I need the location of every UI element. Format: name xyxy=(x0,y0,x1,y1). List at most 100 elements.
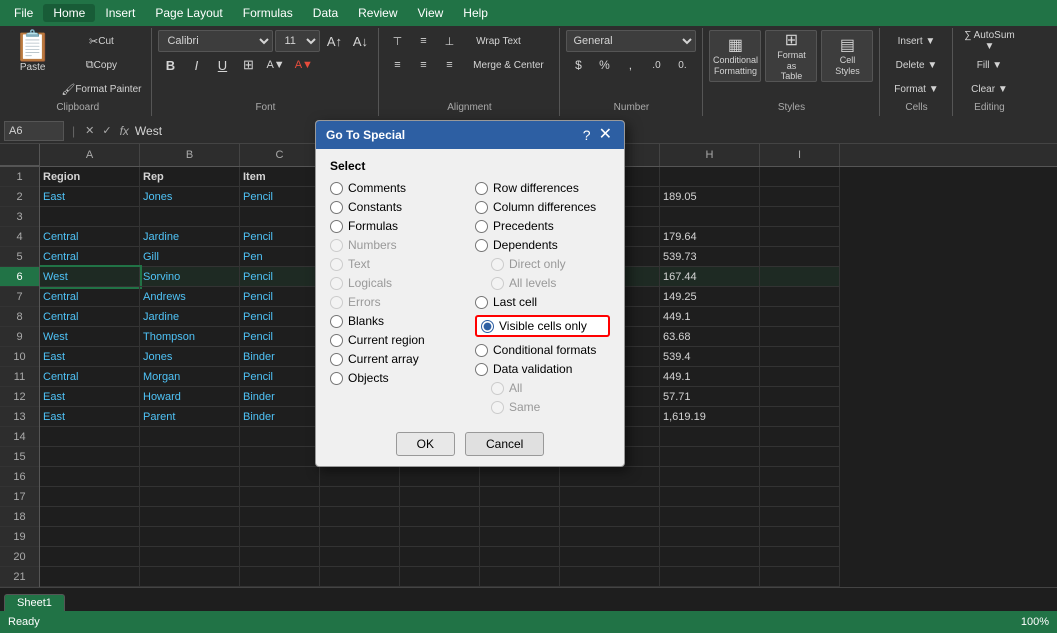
radio-column-differences[interactable]: Column differences xyxy=(475,200,610,214)
cell[interactable] xyxy=(660,447,760,467)
border-button[interactable]: ⊞ xyxy=(236,54,260,76)
align-bottom-button[interactable]: ⊥ xyxy=(437,30,461,52)
radio-row-differences[interactable]: Row differences xyxy=(475,181,610,195)
cell[interactable]: Binder xyxy=(240,387,320,407)
menu-insert[interactable]: Insert xyxy=(95,4,145,22)
cell[interactable] xyxy=(240,547,320,567)
cell[interactable] xyxy=(760,427,840,447)
col-header-a[interactable]: A xyxy=(40,144,140,166)
cell[interactable]: Binder xyxy=(240,347,320,367)
cell[interactable]: Central xyxy=(40,247,140,267)
increase-font-button[interactable]: A↑ xyxy=(322,30,346,52)
cell[interactable]: Central xyxy=(40,307,140,327)
cell[interactable] xyxy=(240,567,320,587)
cell[interactable] xyxy=(760,367,840,387)
cell[interactable]: Item xyxy=(240,167,320,187)
cell[interactable]: Binder xyxy=(240,407,320,427)
cell[interactable] xyxy=(40,507,140,527)
cell[interactable]: Parent xyxy=(140,407,240,427)
cell[interactable] xyxy=(760,167,840,187)
dialog-ok-button[interactable]: OK xyxy=(396,432,455,456)
cell[interactable] xyxy=(760,467,840,487)
radio-current-array[interactable]: Current array xyxy=(330,352,465,366)
row-header-4[interactable]: 4 xyxy=(0,227,39,247)
radio-row-differences-input[interactable] xyxy=(475,182,488,195)
autosum-button[interactable]: ∑ AutoSum ▼ xyxy=(959,30,1019,52)
cell[interactable]: Pencil xyxy=(240,267,320,287)
cell[interactable] xyxy=(240,487,320,507)
cell[interactable] xyxy=(760,227,840,247)
cell[interactable] xyxy=(760,207,840,227)
cell[interactable]: Pencil xyxy=(240,187,320,207)
cell[interactable] xyxy=(240,527,320,547)
cell[interactable] xyxy=(760,187,840,207)
cell[interactable]: East xyxy=(40,187,140,207)
cell[interactable] xyxy=(400,487,480,507)
row-header-8[interactable]: 8 xyxy=(0,307,39,327)
cell-styles-button[interactable]: ▤ CellStyles xyxy=(821,30,873,82)
cell[interactable] xyxy=(240,207,320,227)
row-header-10[interactable]: 10 xyxy=(0,347,39,367)
cell[interactable] xyxy=(140,487,240,507)
menu-help[interactable]: Help xyxy=(453,4,498,22)
radio-precedents-input[interactable] xyxy=(475,220,488,233)
row-header-13[interactable]: 13 xyxy=(0,407,39,427)
align-middle-button[interactable]: ≡ xyxy=(411,30,435,52)
cell[interactable]: Andrews xyxy=(140,287,240,307)
row-header-2[interactable]: 2 xyxy=(0,187,39,207)
cell[interactable] xyxy=(660,427,760,447)
sheet-tab-sheet1[interactable]: Sheet1 xyxy=(4,594,65,611)
cell[interactable]: Thompson xyxy=(140,327,240,347)
align-center-button[interactable]: ≡ xyxy=(411,54,435,76)
increase-decimal-button[interactable]: .0 xyxy=(644,54,668,76)
col-header-i[interactable]: I xyxy=(760,144,840,166)
cell[interactable] xyxy=(660,207,760,227)
cell[interactable]: Jardine xyxy=(140,227,240,247)
cell[interactable] xyxy=(140,427,240,447)
merge-center-button[interactable]: Merge & Center xyxy=(463,54,553,76)
radio-current-region-input[interactable] xyxy=(330,334,343,347)
cell[interactable] xyxy=(480,527,560,547)
font-name-select[interactable]: Calibri xyxy=(158,30,273,52)
row-header-9[interactable]: 9 xyxy=(0,327,39,347)
cancel-formula-icon[interactable]: ✕ xyxy=(83,124,96,137)
cell[interactable] xyxy=(480,567,560,587)
row-header-20[interactable]: 20 xyxy=(0,547,39,567)
clear-button[interactable]: Clear ▼ xyxy=(959,78,1019,100)
bold-button[interactable]: B xyxy=(158,54,182,76)
row-header-19[interactable]: 19 xyxy=(0,527,39,547)
radio-conditional-formats-input[interactable] xyxy=(475,344,488,357)
cell[interactable]: Central xyxy=(40,367,140,387)
cell[interactable]: 179.64 xyxy=(660,227,760,247)
cell[interactable] xyxy=(240,447,320,467)
wrap-text-button[interactable]: Wrap Text xyxy=(463,30,533,52)
align-left-button[interactable]: ≡ xyxy=(385,54,409,76)
cell[interactable] xyxy=(660,527,760,547)
cell[interactable] xyxy=(400,527,480,547)
radio-blanks[interactable]: Blanks xyxy=(330,314,465,328)
cell[interactable]: Howard xyxy=(140,387,240,407)
cell[interactable]: 449.1 xyxy=(660,307,760,327)
radio-comments-input[interactable] xyxy=(330,182,343,195)
radio-conditional-formats[interactable]: Conditional formats xyxy=(475,343,610,357)
cell[interactable] xyxy=(760,507,840,527)
cut-button[interactable]: ✂ Cut xyxy=(57,30,145,52)
cell[interactable]: 539.73 xyxy=(660,247,760,267)
cell[interactable]: Pencil xyxy=(240,227,320,247)
dialog-close-button[interactable]: ✕ xyxy=(597,127,614,143)
row-header-15[interactable]: 15 xyxy=(0,447,39,467)
radio-data-validation-input[interactable] xyxy=(475,363,488,376)
row-header-18[interactable]: 18 xyxy=(0,507,39,527)
cell[interactable] xyxy=(140,547,240,567)
cell[interactable]: Pencil xyxy=(240,287,320,307)
dialog-help-button[interactable]: ? xyxy=(581,127,593,143)
cell[interactable]: Jones xyxy=(140,347,240,367)
cell[interactable] xyxy=(140,447,240,467)
cell[interactable] xyxy=(240,427,320,447)
cell[interactable]: Central xyxy=(40,287,140,307)
cell[interactable]: Pencil xyxy=(240,367,320,387)
decrease-font-button[interactable]: A↓ xyxy=(348,30,372,52)
cell[interactable]: East xyxy=(40,347,140,367)
cell[interactable]: Sorvino xyxy=(140,267,240,287)
cell[interactable] xyxy=(760,327,840,347)
